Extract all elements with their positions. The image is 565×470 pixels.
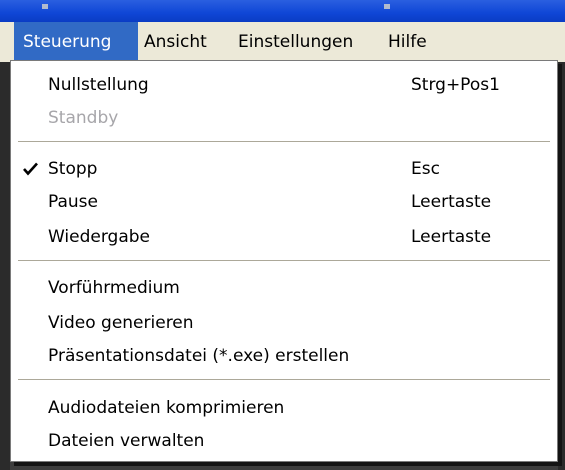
menu-item-wiedergabe[interactable]: Wiedergabe Leertaste — [11, 221, 557, 253]
menu-item-shortcut: Strg+Pos1 — [411, 75, 500, 95]
menu-item-label: Video generieren — [48, 313, 194, 333]
menu-item-shortcut: Leertaste — [411, 227, 492, 247]
menu-item-label: Vorführmedium — [48, 278, 180, 298]
titlebar-decoration — [42, 4, 48, 9]
background-area — [558, 62, 565, 470]
window-titlebar — [0, 0, 565, 22]
menubar: Steuerung Ansicht Einstellungen Hilfe — [0, 22, 565, 62]
menu-separator — [18, 379, 550, 381]
menu-item-standby: Standby — [11, 102, 557, 134]
menu-item-video-generieren[interactable]: Video generieren — [11, 307, 557, 339]
menu-item-label: Pause — [48, 192, 98, 212]
menu-hilfe-label: Hilfe — [388, 32, 427, 52]
menu-item-dateien-verwalten[interactable]: Dateien verwalten — [11, 425, 557, 457]
menu-item-label: Standby — [48, 108, 119, 128]
menu-ansicht[interactable]: Ansicht — [139, 22, 212, 62]
menu-item-nullstellung[interactable]: Nullstellung Strg+Pos1 — [11, 69, 557, 101]
titlebar-decoration — [384, 4, 390, 9]
menu-einstellungen[interactable]: Einstellungen — [233, 22, 358, 62]
menu-steuerung[interactable]: Steuerung — [14, 22, 138, 62]
background-area — [0, 62, 10, 470]
menu-hilfe[interactable]: Hilfe — [383, 22, 432, 62]
menu-steuerung-label: Steuerung — [23, 32, 112, 52]
checkmark-icon — [23, 162, 38, 176]
menu-ansicht-label: Ansicht — [144, 32, 207, 52]
menu-item-shortcut: Leertaste — [411, 192, 492, 212]
menu-item-label: Nullstellung — [48, 75, 149, 95]
steuerung-dropdown-menu: Nullstellung Strg+Pos1 Standby Stopp Esc… — [10, 60, 558, 462]
menu-item-shortcut: Esc — [411, 159, 440, 179]
menu-item-label: Wiedergabe — [48, 227, 151, 247]
menu-item-label: Stopp — [48, 159, 98, 179]
menu-item-praesentationsdatei-erstellen[interactable]: Präsentationsdatei (*.exe) erstellen — [11, 340, 557, 372]
menu-item-label: Präsentationsdatei (*.exe) erstellen — [48, 346, 350, 366]
menu-item-audiodateien-komprimieren[interactable]: Audiodateien komprimieren — [11, 392, 557, 424]
menu-item-label: Audiodateien komprimieren — [48, 398, 285, 418]
menu-einstellungen-label: Einstellungen — [238, 32, 354, 52]
menu-item-label: Dateien verwalten — [48, 431, 205, 451]
menu-item-vorfuehrmedium[interactable]: Vorführmedium — [11, 272, 557, 304]
menu-item-stopp[interactable]: Stopp Esc — [11, 153, 557, 185]
menu-separator — [18, 260, 550, 262]
menu-separator — [18, 141, 550, 143]
menu-item-pause[interactable]: Pause Leertaste — [11, 186, 557, 218]
